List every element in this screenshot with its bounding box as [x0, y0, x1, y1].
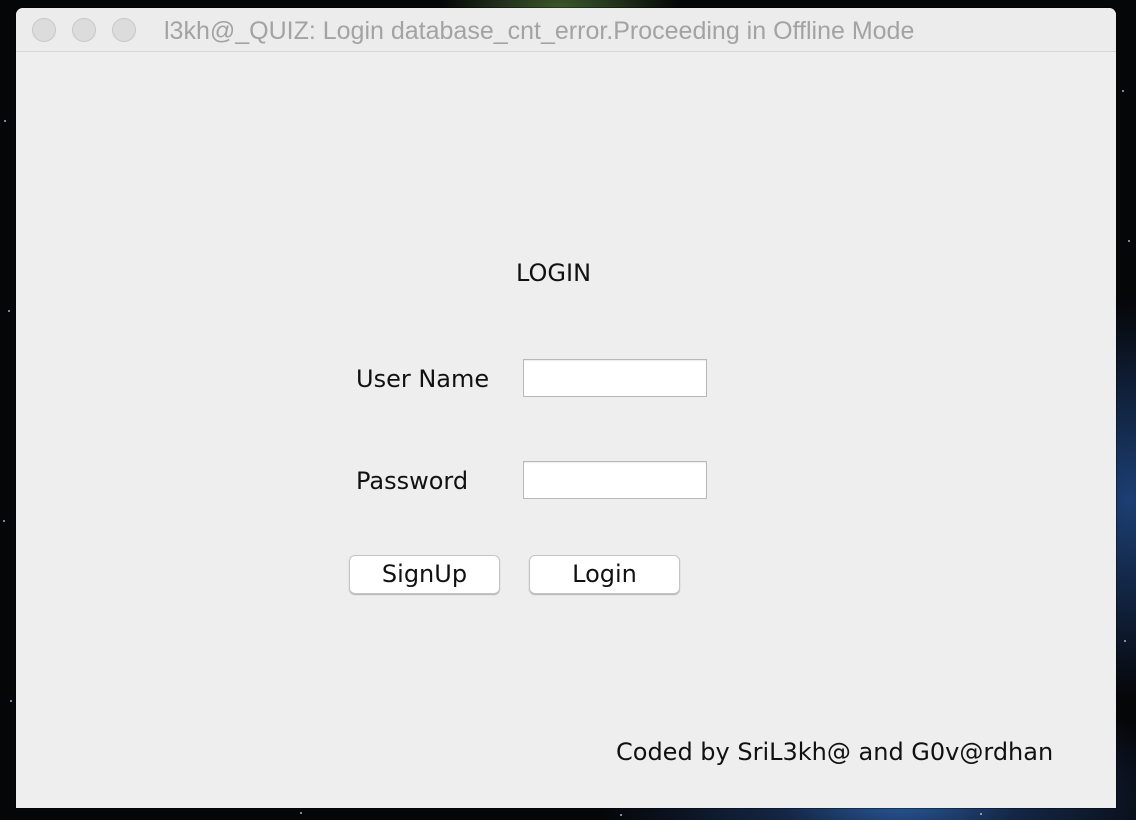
credits-text: Coded by SriL3kh@ and G0v@rdhan [616, 738, 1054, 766]
password-label: Password [356, 467, 469, 495]
login-heading: LOGIN [516, 259, 592, 287]
login-button[interactable]: Login [529, 555, 680, 594]
zoom-window-button[interactable] [112, 18, 136, 42]
login-window: l3kh@_QUIZ: Login database_cnt_error.Pro… [16, 8, 1116, 808]
background-star [4, 120, 6, 122]
username-field[interactable] [523, 359, 707, 397]
signup-button[interactable]: SignUp [349, 555, 500, 594]
username-label: User Name [356, 365, 490, 393]
background-star [1128, 240, 1130, 242]
background-star [8, 310, 10, 312]
close-window-button[interactable] [32, 18, 56, 42]
login-panel: LOGIN User Name Password SignUp Login Co… [16, 52, 1116, 808]
window-titlebar[interactable]: l3kh@_QUIZ: Login database_cnt_error.Pro… [16, 8, 1116, 52]
background-star [1124, 640, 1126, 642]
background-star [10, 700, 12, 702]
background-star [980, 813, 982, 815]
background-star [3, 520, 5, 522]
background-star [620, 814, 622, 816]
background-star [1122, 90, 1124, 92]
window-title: l3kh@_QUIZ: Login database_cnt_error.Pro… [164, 17, 915, 45]
background-star [300, 812, 302, 814]
password-field[interactable] [523, 461, 707, 499]
minimize-window-button[interactable] [72, 18, 96, 42]
